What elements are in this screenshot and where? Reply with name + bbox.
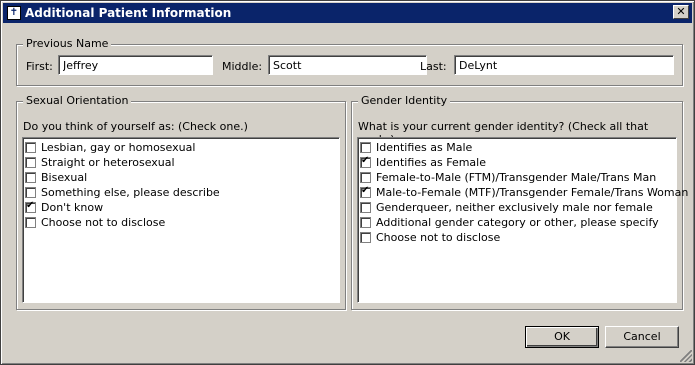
gender-identity-option-label: Identifies as Female xyxy=(376,156,486,169)
sexual-orientation-list[interactable]: Lesbian, gay or homosexual Straight or he… xyxy=(22,137,340,303)
sexual-orientation-question: Do you think of yourself as: (Check one.… xyxy=(23,120,248,133)
middle-name-label: Middle: xyxy=(222,60,263,73)
window-title: Additional Patient Information xyxy=(25,6,232,20)
sexual-orientation-option[interactable]: Bisexual xyxy=(25,170,337,185)
sexual-orientation-option-label: Bisexual xyxy=(41,171,88,184)
gender-identity-title: Gender Identity xyxy=(358,94,451,107)
last-name-label: Last: xyxy=(420,60,447,73)
gender-identity-option-label: Female-to-Male (FTM)/Transgender Male/Tr… xyxy=(376,171,657,184)
sexual-orientation-option[interactable]: Don't know xyxy=(25,200,337,215)
close-button[interactable]: ✕ xyxy=(673,5,689,19)
resize-grip-icon[interactable] xyxy=(680,350,692,362)
sexual-orientation-option[interactable]: Something else, please describe xyxy=(25,185,337,200)
sexual-orientation-checkbox[interactable] xyxy=(25,187,36,198)
sexual-orientation-option[interactable]: Straight or heterosexual xyxy=(25,155,337,170)
gender-identity-option-label: Genderqueer, neither exclusively male no… xyxy=(376,201,653,214)
sexual-orientation-option[interactable]: Lesbian, gay or homosexual xyxy=(25,140,337,155)
first-name-field[interactable] xyxy=(58,55,213,75)
sexual-orientation-checkbox[interactable] xyxy=(25,200,36,213)
gender-identity-option-label: Choose not to disclose xyxy=(376,231,501,244)
dialog-window: ✝ Additional Patient Information ✕ Previ… xyxy=(0,0,695,365)
sexual-orientation-option-label: Don't know xyxy=(41,201,104,214)
sexual-orientation-option-label: Something else, please describe xyxy=(41,186,220,199)
gender-identity-option[interactable]: Identifies as Female xyxy=(360,155,674,170)
sexual-orientation-option-label: Straight or heterosexual xyxy=(41,156,175,169)
gender-identity-checkbox[interactable] xyxy=(360,142,371,153)
first-name-label: First: xyxy=(26,60,53,73)
cancel-button[interactable]: Cancel xyxy=(605,326,679,348)
app-icon: ✝ xyxy=(7,6,21,20)
gender-identity-group: Gender Identity What is your current gen… xyxy=(351,94,688,310)
last-name-field[interactable] xyxy=(454,55,674,75)
gender-identity-option-label: Male-to-Female (MTF)/Transgender Female/… xyxy=(376,186,689,199)
gender-identity-checkbox[interactable] xyxy=(360,202,371,213)
gender-identity-checkbox[interactable] xyxy=(360,185,371,198)
gender-identity-option[interactable]: Identifies as Male xyxy=(360,140,674,155)
sexual-orientation-checkbox[interactable] xyxy=(25,142,36,153)
gender-identity-checkbox[interactable] xyxy=(360,155,371,168)
gender-identity-checkbox[interactable] xyxy=(360,172,371,183)
previous-name-title: Previous Name xyxy=(23,37,112,50)
sexual-orientation-checkbox[interactable] xyxy=(25,217,36,228)
gender-identity-checkbox[interactable] xyxy=(360,217,371,228)
gender-identity-option[interactable]: Male-to-Female (MTF)/Transgender Female/… xyxy=(360,185,688,200)
sexual-orientation-option-label: Choose not to disclose xyxy=(41,216,166,229)
gender-identity-option[interactable]: Additional gender category or other, ple… xyxy=(360,215,674,230)
gender-identity-option[interactable]: Genderqueer, neither exclusively male no… xyxy=(360,200,674,215)
previous-name-group: Previous Name First: Middle: Last: xyxy=(16,37,683,86)
gender-identity-option-label: Identifies as Male xyxy=(376,141,473,154)
middle-name-field[interactable] xyxy=(268,55,427,75)
gender-identity-option-label: Additional gender category or other, ple… xyxy=(376,216,659,229)
close-icon: ✕ xyxy=(676,5,686,18)
ok-button[interactable]: OK xyxy=(525,326,599,348)
sexual-orientation-option-label: Lesbian, gay or homosexual xyxy=(41,141,196,154)
gender-identity-option[interactable]: Choose not to disclose xyxy=(360,230,674,245)
sexual-orientation-title: Sexual Orientation xyxy=(23,94,132,107)
gender-identity-list[interactable]: Identifies as Male Identifies as Female Fe… xyxy=(357,137,688,303)
title-bar[interactable]: ✝ Additional Patient Information ✕ xyxy=(3,3,692,23)
sexual-orientation-checkbox[interactable] xyxy=(25,172,36,183)
sexual-orientation-group: Sexual Orientation Do you think of yours… xyxy=(16,94,346,310)
sexual-orientation-option[interactable]: Choose not to disclose xyxy=(25,215,337,230)
gender-identity-option[interactable]: Female-to-Male (FTM)/Transgender Male/Tr… xyxy=(360,170,674,185)
gender-identity-checkbox[interactable] xyxy=(360,232,371,243)
sexual-orientation-checkbox[interactable] xyxy=(25,157,36,168)
